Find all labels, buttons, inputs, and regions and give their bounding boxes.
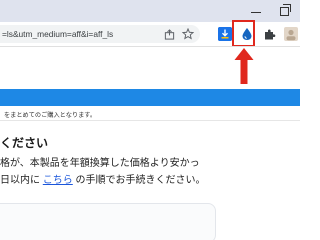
puzzle-icon[interactable]: [262, 27, 276, 41]
body-text-line-1: 格が、本製品を年額換算した価格より安かっ: [0, 158, 200, 169]
address-bar[interactable]: =ls&utm_medium=aff&i=aff_ls: [0, 25, 200, 43]
site-header-bar: [0, 89, 300, 106]
profile-icon[interactable]: [284, 27, 298, 41]
procedure-link[interactable]: こちら: [43, 175, 73, 186]
body-text-line-2-after: の手順でお手続きください。: [72, 175, 206, 186]
minimize-button[interactable]: [242, 0, 270, 22]
star-icon[interactable]: [181, 27, 195, 41]
notice-divider: [0, 120, 300, 121]
minimize-icon: [251, 11, 261, 13]
notice-text: をまとめてのご購入となります。: [4, 112, 97, 119]
content-card: [0, 203, 216, 240]
browser-toolbar: =ls&utm_medium=aff&i=aff_ls: [0, 22, 300, 46]
arrow-up-icon: [234, 48, 254, 84]
restore-icon: [279, 3, 291, 16]
window-titlebar: [0, 0, 300, 22]
section-heading: ください: [0, 136, 49, 150]
body-text-line-2: 日以内に こちら の手順でお手続きください。: [0, 171, 206, 186]
body-text-line-2-before: 日以内に: [0, 175, 43, 186]
restore-button[interactable]: [270, 0, 298, 22]
extension-highlight-box: [232, 20, 255, 47]
share-icon[interactable]: [162, 27, 176, 41]
address-bar-url[interactable]: =ls&utm_medium=aff&i=aff_ls: [2, 25, 113, 43]
download-extension-icon[interactable]: [218, 27, 232, 41]
